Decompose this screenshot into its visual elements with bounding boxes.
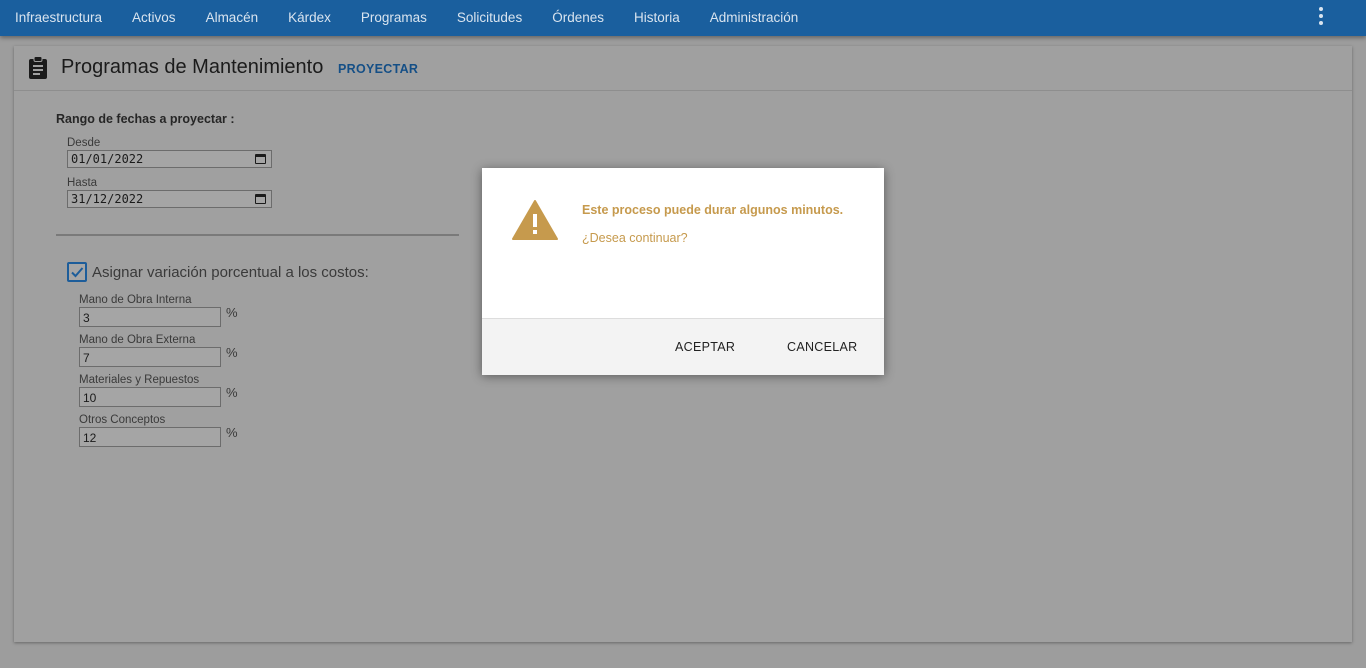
clipboard-icon xyxy=(29,56,47,79)
proyectar-button[interactable]: PROYECTAR xyxy=(338,62,418,76)
warning-icon xyxy=(512,200,558,240)
kebab-dot xyxy=(1319,21,1323,25)
desde-date-value: 01/01/2022 xyxy=(71,152,144,166)
percent-sign: % xyxy=(226,305,238,320)
checkmark-icon xyxy=(71,267,84,278)
cost-label-otros-conceptos: Otros Conceptos xyxy=(79,414,166,426)
date-range-title: Rango de fechas a proyectar : xyxy=(56,112,235,126)
nav-item-programas[interactable]: Programas xyxy=(346,0,442,36)
nav-item-solicitudes[interactable]: Solicitudes xyxy=(442,0,537,36)
cost-variation-checkbox[interactable] xyxy=(67,262,87,282)
nav-item-ordenes[interactable]: Órdenes xyxy=(537,0,619,36)
calendar-icon[interactable] xyxy=(255,194,266,204)
confirm-dialog: Este proceso puede durar algunos minutos… xyxy=(482,168,884,375)
page-title: Programas de Mantenimiento xyxy=(61,56,324,78)
nav-item-historia[interactable]: Historia xyxy=(619,0,695,36)
nav-item-almacen[interactable]: Almacén xyxy=(191,0,274,36)
calendar-icon[interactable] xyxy=(255,154,266,164)
hasta-date-value: 31/12/2022 xyxy=(71,192,144,206)
dialog-question: ¿Desea continuar? xyxy=(582,231,688,245)
percent-sign: % xyxy=(226,385,238,400)
desde-label: Desde xyxy=(67,137,101,149)
more-options-icon[interactable] xyxy=(1316,7,1326,25)
nav-item-administracion[interactable]: Administración xyxy=(695,0,814,36)
cost-label-mano-obra-externa: Mano de Obra Externa xyxy=(79,334,196,346)
accept-button[interactable]: ACEPTAR xyxy=(667,319,743,375)
hasta-date-input[interactable]: 31/12/2022 xyxy=(67,190,272,208)
main-menu: Infraestructura Activos Almacén Kárdex P… xyxy=(0,0,813,36)
otros-conceptos-input[interactable]: 12 xyxy=(79,427,221,447)
nav-item-kardex[interactable]: Kárdex xyxy=(273,0,346,36)
section-divider xyxy=(56,234,459,236)
mano-obra-externa-input[interactable]: 7 xyxy=(79,347,221,367)
nav-item-infraestructura[interactable]: Infraestructura xyxy=(0,0,117,36)
cancel-button[interactable]: CANCELAR xyxy=(779,319,865,375)
kebab-dot xyxy=(1319,14,1323,18)
mano-obra-interna-input[interactable]: 3 xyxy=(79,307,221,327)
hasta-label: Hasta xyxy=(67,177,98,189)
percent-sign: % xyxy=(226,345,238,360)
dialog-message: Este proceso puede durar algunos minutos… xyxy=(582,203,844,217)
dialog-footer: ACEPTAR CANCELAR xyxy=(482,318,884,375)
panel-header: Programas de Mantenimiento PROYECTAR xyxy=(14,46,1352,91)
top-navbar: Infraestructura Activos Almacén Kárdex P… xyxy=(0,0,1366,36)
percent-sign: % xyxy=(226,425,238,440)
cost-label-mano-obra-interna: Mano de Obra Interna xyxy=(79,294,192,306)
kebab-dot xyxy=(1319,7,1323,11)
desde-date-input[interactable]: 01/01/2022 xyxy=(67,150,272,168)
cost-variation-label: Asignar variación porcentual a los costo… xyxy=(92,264,369,281)
cost-label-materiales-repuestos: Materiales y Repuestos xyxy=(79,374,200,386)
nav-item-activos[interactable]: Activos xyxy=(117,0,191,36)
materiales-repuestos-input[interactable]: 10 xyxy=(79,387,221,407)
